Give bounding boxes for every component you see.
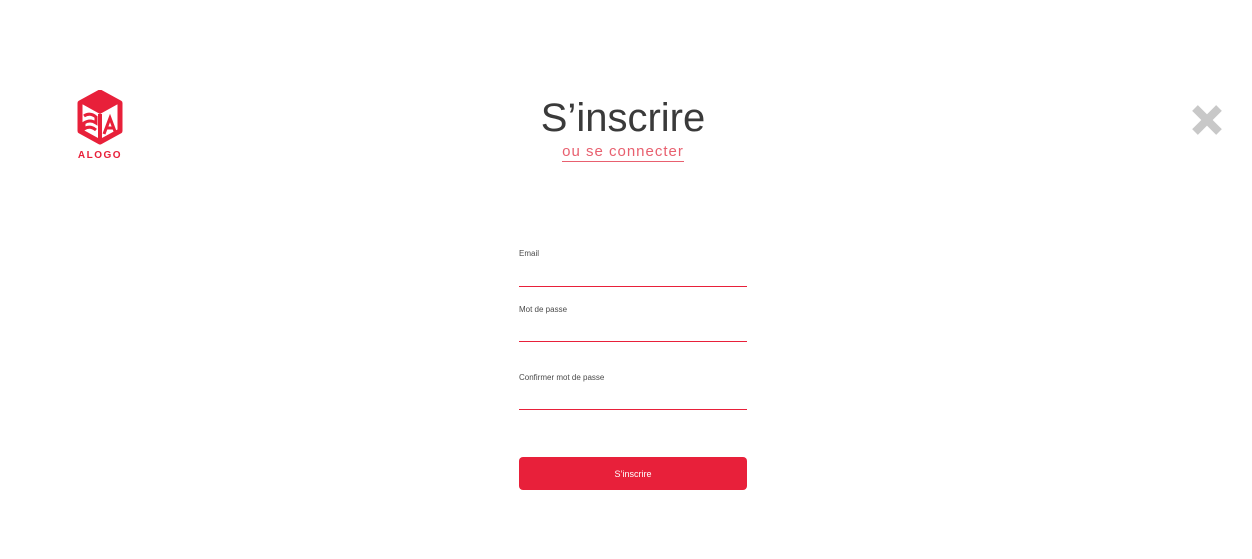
brand-name: ALOGO [77, 150, 123, 161]
confirm-password-field-group: Confirmer mot de passe [519, 373, 747, 410]
page-title: S’inscrire [540, 96, 706, 140]
password-field[interactable] [519, 327, 747, 342]
email-field-group: Email [519, 249, 747, 287]
signup-button[interactable]: S’inscrire [519, 457, 747, 490]
email-label: Email [519, 249, 540, 258]
confirm-password-field[interactable] [519, 395, 747, 410]
login-link-wrapper: ou se connecter [476, 143, 770, 162]
login-link[interactable]: ou se connecter [562, 143, 684, 162]
confirm-password-label: Confirmer mot de passe [519, 373, 605, 382]
email-field[interactable] [519, 272, 747, 287]
password-field-group: Mot de passe [519, 305, 747, 342]
close-icon [1192, 105, 1222, 135]
password-label: Mot de passe [519, 305, 568, 314]
cube-logo-icon [77, 90, 123, 145]
close-button[interactable] [1190, 103, 1224, 137]
signup-page: ALOGO S’inscrire ou se connecter Email M… [0, 0, 1252, 559]
brand-logo[interactable]: ALOGO [72, 90, 128, 162]
